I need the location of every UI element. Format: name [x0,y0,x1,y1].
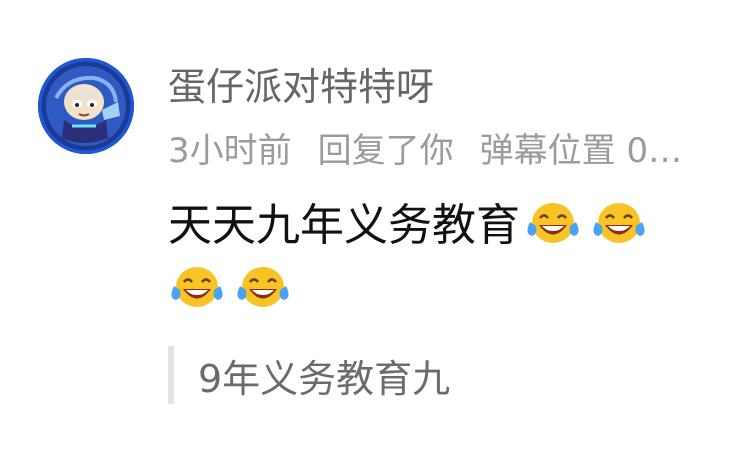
quoted-reply[interactable]: 9年义务教育九 [168,346,450,404]
quoted-text: 9年义务教育九 [198,356,451,401]
user-avatar-icon [38,58,134,154]
tears-of-joy-emoji-icon [168,262,226,312]
comment-meta: 3小时前 回复了你 弹幕位置 0… [168,123,682,172]
danmu-position-link[interactable]: 弹幕位置 0… [480,123,682,172]
reply-action-label: 回复了你 [317,130,454,171]
username[interactable]: 蛋仔派对特特呀 [168,64,434,110]
comment-text: 天天九年义务教育 [168,200,520,251]
quote-bar [168,346,174,404]
tears-of-joy-emoji-icon [590,198,648,248]
tears-of-joy-emoji-icon [234,262,292,312]
user-avatar[interactable] [38,58,134,154]
timestamp: 3小时前 [168,130,292,171]
comment-item: 蛋仔派对特特呀 3小时前 回复了你 弹幕位置 0… 天天九年义务教育 9年义务教… [0,0,756,464]
tears-of-joy-emoji-icon [524,198,582,248]
comment-body: 天天九年义务教育 [168,194,738,322]
